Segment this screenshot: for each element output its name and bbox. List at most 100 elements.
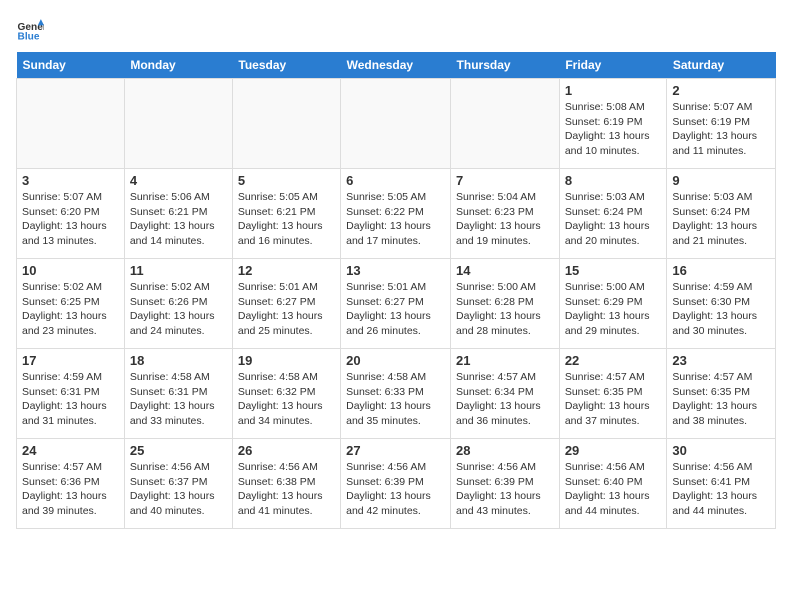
cell-content: Sunrise: 5:00 AM Sunset: 6:29 PM Dayligh…	[565, 280, 662, 339]
calendar-cell: 15 Sunrise: 5:00 AM Sunset: 6:29 PM Dayli…	[559, 259, 667, 349]
cell-content: Sunrise: 4:56 AM Sunset: 6:37 PM Dayligh…	[130, 460, 227, 519]
cell-content: Sunrise: 5:02 AM Sunset: 6:26 PM Dayligh…	[130, 280, 227, 339]
calendar-cell: 27 Sunrise: 4:56 AM Sunset: 6:39 PM Dayli…	[341, 439, 451, 529]
date-number: 19	[238, 353, 335, 368]
date-number: 20	[346, 353, 445, 368]
column-header-sunday: Sunday	[17, 52, 125, 79]
cell-content: Sunrise: 5:04 AM Sunset: 6:23 PM Dayligh…	[456, 190, 554, 249]
date-number: 3	[22, 173, 119, 188]
calendar-cell: 8 Sunrise: 5:03 AM Sunset: 6:24 PM Daylig…	[559, 169, 667, 259]
page-header: General Blue	[16, 16, 776, 44]
date-number: 2	[672, 83, 770, 98]
calendar-cell: 17Sunrise: 4:59 AM Sunset: 6:31 PM Dayli…	[17, 349, 125, 439]
calendar-cell: 30 Sunrise: 4:56 AM Sunset: 6:41 PM Dayli…	[667, 439, 776, 529]
cell-content: Sunrise: 5:01 AM Sunset: 6:27 PM Dayligh…	[346, 280, 445, 339]
date-number: 7	[456, 173, 554, 188]
date-number: 15	[565, 263, 662, 278]
date-number: 6	[346, 173, 445, 188]
calendar-body: 1 Sunrise: 5:08 AM Sunset: 6:19 PM Daylig…	[17, 79, 776, 529]
column-header-tuesday: Tuesday	[232, 52, 340, 79]
cell-content: Sunrise: 5:02 AM Sunset: 6:25 PM Dayligh…	[22, 280, 119, 339]
logo-icon: General Blue	[16, 16, 44, 44]
week-row-4: 17Sunrise: 4:59 AM Sunset: 6:31 PM Dayli…	[17, 349, 776, 439]
cell-content: Sunrise: 5:06 AM Sunset: 6:21 PM Dayligh…	[130, 190, 227, 249]
calendar-cell: 26 Sunrise: 4:56 AM Sunset: 6:38 PM Dayli…	[232, 439, 340, 529]
calendar-cell	[17, 79, 125, 169]
calendar-cell: 23 Sunrise: 4:57 AM Sunset: 6:35 PM Dayli…	[667, 349, 776, 439]
date-number: 29	[565, 443, 662, 458]
calendar-cell: 9 Sunrise: 5:03 AM Sunset: 6:24 PM Daylig…	[667, 169, 776, 259]
week-row-2: 3 Sunrise: 5:07 AM Sunset: 6:20 PM Daylig…	[17, 169, 776, 259]
calendar-cell: 22 Sunrise: 4:57 AM Sunset: 6:35 PM Dayli…	[559, 349, 667, 439]
cell-content: Sunrise: 4:58 AM Sunset: 6:31 PM Dayligh…	[130, 370, 227, 429]
calendar-cell: 29 Sunrise: 4:56 AM Sunset: 6:40 PM Dayli…	[559, 439, 667, 529]
week-row-3: 10 Sunrise: 5:02 AM Sunset: 6:25 PM Dayli…	[17, 259, 776, 349]
cell-content: Sunrise: 4:57 AM Sunset: 6:35 PM Dayligh…	[672, 370, 770, 429]
date-number: 21	[456, 353, 554, 368]
cell-content: Sunrise: 4:58 AM Sunset: 6:33 PM Dayligh…	[346, 370, 445, 429]
calendar-cell: 24 Sunrise: 4:57 AM Sunset: 6:36 PM Dayli…	[17, 439, 125, 529]
date-number: 24	[22, 443, 119, 458]
column-header-monday: Monday	[124, 52, 232, 79]
cell-content: Sunrise: 5:08 AM Sunset: 6:19 PM Dayligh…	[565, 100, 662, 159]
calendar-cell: 13 Sunrise: 5:01 AM Sunset: 6:27 PM Dayli…	[341, 259, 451, 349]
date-number: 30	[672, 443, 770, 458]
cell-content: Sunrise: 4:56 AM Sunset: 6:38 PM Dayligh…	[238, 460, 335, 519]
cell-content: Sunrise: 4:57 AM Sunset: 6:36 PM Dayligh…	[22, 460, 119, 519]
date-number: 13	[346, 263, 445, 278]
calendar-cell: 11 Sunrise: 5:02 AM Sunset: 6:26 PM Dayli…	[124, 259, 232, 349]
calendar-cell: 6 Sunrise: 5:05 AM Sunset: 6:22 PM Daylig…	[341, 169, 451, 259]
calendar-cell	[124, 79, 232, 169]
cell-content: Sunrise: 5:00 AM Sunset: 6:28 PM Dayligh…	[456, 280, 554, 339]
logo: General Blue	[16, 16, 48, 44]
column-header-saturday: Saturday	[667, 52, 776, 79]
calendar-cell	[451, 79, 560, 169]
week-row-5: 24 Sunrise: 4:57 AM Sunset: 6:36 PM Dayli…	[17, 439, 776, 529]
calendar-cell: 19 Sunrise: 4:58 AM Sunset: 6:32 PM Dayli…	[232, 349, 340, 439]
cell-content: Sunrise: 5:03 AM Sunset: 6:24 PM Dayligh…	[565, 190, 662, 249]
date-number: 4	[130, 173, 227, 188]
date-number: 1	[565, 83, 662, 98]
cell-content: Sunrise: 4:56 AM Sunset: 6:41 PM Dayligh…	[672, 460, 770, 519]
cell-content: Sunrise: 5:07 AM Sunset: 6:20 PM Dayligh…	[22, 190, 119, 249]
date-number: 22	[565, 353, 662, 368]
column-header-thursday: Thursday	[451, 52, 560, 79]
date-number: 23	[672, 353, 770, 368]
svg-text:Blue: Blue	[18, 31, 40, 42]
cell-content: Sunrise: 4:58 AM Sunset: 6:32 PM Dayligh…	[238, 370, 335, 429]
calendar-cell: 28Sunrise: 4:56 AM Sunset: 6:39 PM Dayli…	[451, 439, 560, 529]
cell-content: Sunrise: 4:57 AM Sunset: 6:35 PM Dayligh…	[565, 370, 662, 429]
cell-content: Sunrise: 4:56 AM Sunset: 6:39 PM Dayligh…	[346, 460, 445, 519]
calendar-cell: 3 Sunrise: 5:07 AM Sunset: 6:20 PM Daylig…	[17, 169, 125, 259]
date-number: 25	[130, 443, 227, 458]
cell-content: Sunrise: 5:07 AM Sunset: 6:19 PM Dayligh…	[672, 100, 770, 159]
date-number: 5	[238, 173, 335, 188]
cell-content: Sunrise: 5:03 AM Sunset: 6:24 PM Dayligh…	[672, 190, 770, 249]
cell-content: Sunrise: 4:57 AM Sunset: 6:34 PM Dayligh…	[456, 370, 554, 429]
date-number: 26	[238, 443, 335, 458]
date-number: 9	[672, 173, 770, 188]
calendar-cell: 1 Sunrise: 5:08 AM Sunset: 6:19 PM Daylig…	[559, 79, 667, 169]
cell-content: Sunrise: 5:05 AM Sunset: 6:21 PM Dayligh…	[238, 190, 335, 249]
calendar-cell: 4 Sunrise: 5:06 AM Sunset: 6:21 PM Daylig…	[124, 169, 232, 259]
cell-content: Sunrise: 4:59 AM Sunset: 6:31 PM Dayligh…	[22, 370, 119, 429]
date-number: 18	[130, 353, 227, 368]
calendar-cell: 21 Sunrise: 4:57 AM Sunset: 6:34 PM Dayli…	[451, 349, 560, 439]
date-number: 27	[346, 443, 445, 458]
calendar-cell: 16 Sunrise: 4:59 AM Sunset: 6:30 PM Dayli…	[667, 259, 776, 349]
date-number: 8	[565, 173, 662, 188]
date-number: 10	[22, 263, 119, 278]
cell-content: Sunrise: 5:05 AM Sunset: 6:22 PM Dayligh…	[346, 190, 445, 249]
cell-content: Sunrise: 4:56 AM Sunset: 6:40 PM Dayligh…	[565, 460, 662, 519]
calendar-cell: 2 Sunrise: 5:07 AM Sunset: 6:19 PM Daylig…	[667, 79, 776, 169]
cell-content: Sunrise: 4:59 AM Sunset: 6:30 PM Dayligh…	[672, 280, 770, 339]
cell-content: Sunrise: 4:56 AM Sunset: 6:39 PM Dayligh…	[456, 460, 554, 519]
date-number: 11	[130, 263, 227, 278]
column-header-wednesday: Wednesday	[341, 52, 451, 79]
date-number: 16	[672, 263, 770, 278]
week-row-1: 1 Sunrise: 5:08 AM Sunset: 6:19 PM Daylig…	[17, 79, 776, 169]
calendar-table: SundayMondayTuesdayWednesdayThursdayFrid…	[16, 52, 776, 529]
calendar-cell: 20 Sunrise: 4:58 AM Sunset: 6:33 PM Dayli…	[341, 349, 451, 439]
calendar-cell: 7 Sunrise: 5:04 AM Sunset: 6:23 PM Daylig…	[451, 169, 560, 259]
column-header-friday: Friday	[559, 52, 667, 79]
